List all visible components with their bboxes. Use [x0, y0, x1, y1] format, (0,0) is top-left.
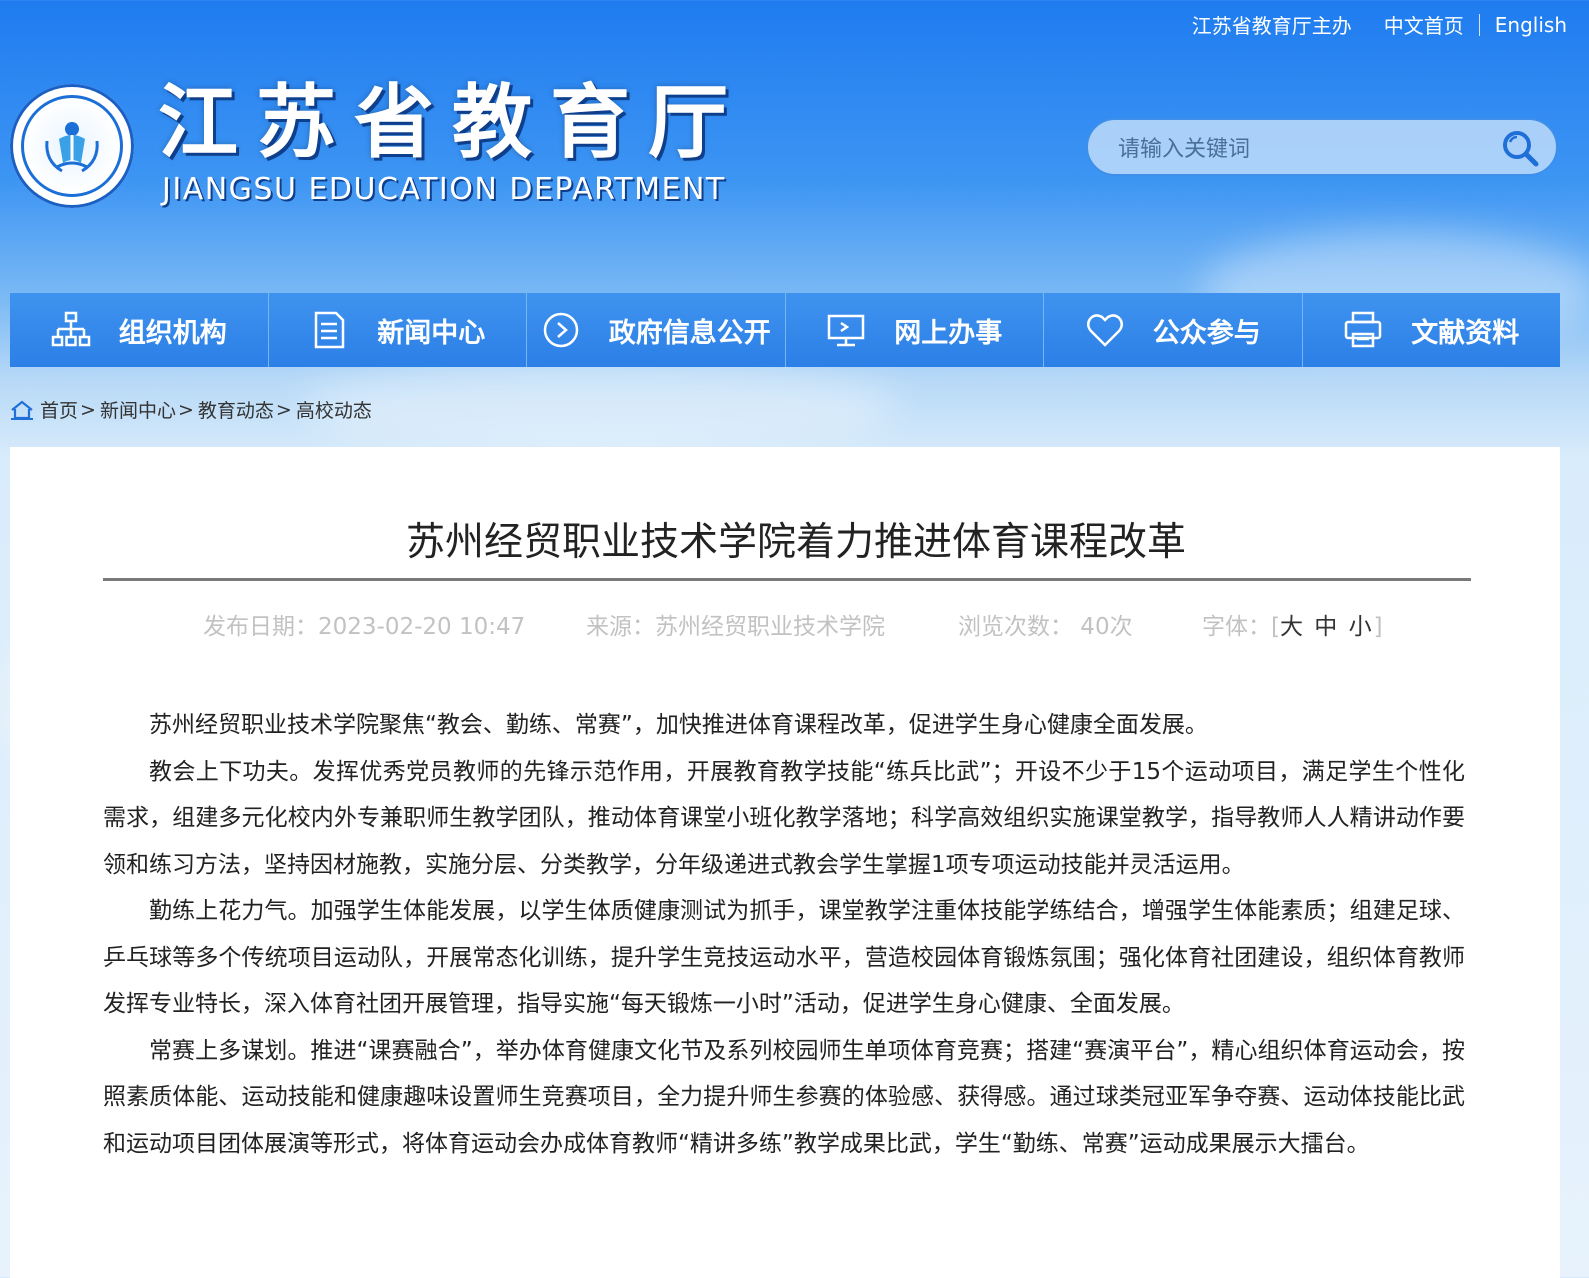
- search-box: [1086, 118, 1558, 176]
- search-button[interactable]: [1500, 128, 1540, 168]
- emblem-inner: [21, 95, 123, 197]
- monitor-icon: [828, 314, 865, 347]
- background-cloud: [300, 360, 900, 450]
- breadcrumb-separator: >: [275, 398, 292, 421]
- nav-label: 政府信息公开: [608, 317, 771, 349]
- play-circle-icon: [543, 312, 578, 348]
- home-icon: [11, 400, 33, 420]
- heart-icon: [1086, 314, 1123, 347]
- english-link[interactable]: English: [1495, 13, 1567, 37]
- site-title: 江苏省教育厅: [158, 75, 746, 169]
- top-links: 江苏省教育厅主办 中文首页 English: [1192, 10, 1567, 39]
- breadcrumb-education-news[interactable]: 教育动态: [198, 396, 274, 423]
- document-icon: [315, 311, 345, 349]
- article-paragraph: 常赛上多谋划。推进“课赛融合”，举办体育健康文化节及系列校园师生单项体育竞赛；搭…: [103, 1037, 1465, 1157]
- breadcrumb-separator: >: [80, 398, 96, 421]
- view-count: 浏览次数： 40次: [958, 614, 1133, 640]
- nav-label: 新闻中心: [377, 317, 486, 349]
- article-paragraph: 苏州经贸职业技术学院聚焦“教会、勤练、常赛”，加快推进体育课程改革，促进学生身心…: [149, 712, 1208, 738]
- article-source: 来源：苏州经贸职业技术学院: [586, 614, 885, 640]
- nav-item-organization[interactable]: 组织机构: [10, 293, 269, 367]
- top-link-divider: [1478, 13, 1480, 36]
- nav-item-public-participation[interactable]: 公众参与: [1044, 293, 1303, 367]
- search-icon: [1503, 131, 1539, 167]
- nav-label: 文献资料: [1411, 317, 1520, 349]
- breadcrumb-home[interactable]: 首页: [40, 396, 78, 423]
- chinese-home-link[interactable]: 中文首页: [1384, 10, 1464, 39]
- article-paragraph: 教会上下功夫。发挥优秀党员教师的先锋示范作用，开展教育教学技能“练兵比武”；开设…: [103, 758, 1465, 878]
- printer-icon: [1345, 311, 1382, 348]
- publish-date: 发布日期：2023-02-20 10:47: [203, 614, 526, 640]
- breadcrumb-news-center[interactable]: 新闻中心: [100, 396, 176, 423]
- article-panel: 苏州经贸职业技术学院着力推进体育课程改革 发布日期：2023-02-20 10:…: [10, 447, 1560, 1278]
- font-size-small[interactable]: 小: [1349, 614, 1374, 640]
- font-size-options: 大 中 小: [1280, 614, 1374, 640]
- department-emblem: [10, 84, 134, 208]
- article-title: 苏州经贸职业技术学院着力推进体育课程改革: [405, 520, 1186, 565]
- article-paragraph: 勤练上花力气。加强学生体能发展，以学生体质健康测试为抓手，课堂教学注重体技能学练…: [103, 898, 1465, 1017]
- main-nav: 组织机构 新闻中心 政府信息公开 网上办事 公众参与 文献资料: [10, 293, 1560, 367]
- font-size-large[interactable]: 大: [1280, 614, 1305, 640]
- title-divider: [103, 578, 1471, 581]
- site-subtitle: JIANGSU EDUCATION DEPARTMENT: [162, 172, 726, 207]
- nav-label: 公众参与: [1152, 317, 1261, 349]
- search-input[interactable]: [1116, 130, 1480, 168]
- font-size-control: 字体：[大 中 小]: [1202, 607, 1383, 641]
- nav-item-online-services[interactable]: 网上办事: [786, 293, 1044, 367]
- article-body: 苏州经贸职业技术学院聚焦“教会、勤练、常赛”，加快推进体育课程改革，促进学生身心…: [103, 702, 1465, 1167]
- nav-item-news[interactable]: 新闻中心: [269, 293, 527, 367]
- nav-label: 组织机构: [118, 317, 227, 349]
- font-size-bracket-close: ]: [1373, 614, 1383, 640]
- font-size-label: 字体：: [1202, 614, 1271, 640]
- breadcrumb: 首页 > 新闻中心 > 教育动态 > 高校动态: [10, 396, 372, 423]
- nav-item-documents[interactable]: 文献资料: [1303, 293, 1561, 367]
- nav-item-gov-info[interactable]: 政府信息公开: [527, 293, 786, 367]
- nav-label: 网上办事: [894, 317, 1003, 349]
- breadcrumb-separator: >: [177, 398, 194, 421]
- host-label: 江苏省教育厅主办: [1191, 14, 1352, 38]
- breadcrumb-university-news[interactable]: 高校动态: [296, 396, 372, 423]
- font-size-medium[interactable]: 中: [1314, 614, 1339, 640]
- emblem-icon: [45, 122, 99, 173]
- org-chart-icon: [51, 311, 90, 347]
- font-size-bracket-open: [: [1271, 614, 1280, 640]
